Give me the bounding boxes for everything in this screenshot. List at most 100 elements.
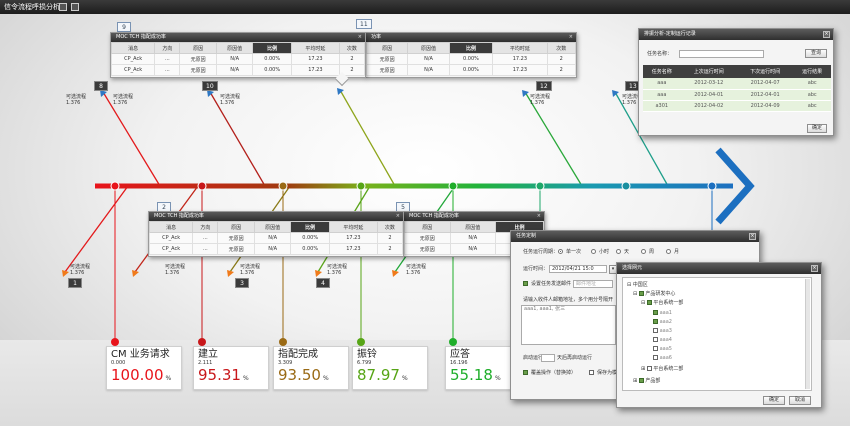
table-cell: ... <box>154 53 181 65</box>
table-row[interactable]: CP_Ack... 无原因 N/A 0.00% 17.23 2 <box>110 53 366 65</box>
tree-node[interactable]: aaa5 <box>653 346 672 352</box>
spine-node[interactable] <box>197 181 207 191</box>
branch-tag[interactable]: 4 <box>316 278 330 288</box>
table-cell: ... <box>192 243 219 255</box>
task-name-input[interactable] <box>679 50 764 58</box>
close-icon[interactable]: × <box>569 33 573 42</box>
cancel-button[interactable]: 取消 <box>789 396 811 405</box>
start-time-input[interactable]: 2012/04/21 15:0 <box>549 265 607 273</box>
continue-days-input[interactable] <box>541 354 555 362</box>
table-cell: 17.23 <box>328 243 378 255</box>
table-row[interactable]: CP_Ack... 无原因 N/A 0.00% 17.23 2 <box>110 64 366 76</box>
detail-table: 消息 方向 原因 原因值 比例 平均时延 次数 CP_Ack... 无原因 N/A 0.00% 17… <box>148 221 404 255</box>
column-header[interactable]: 比例 <box>252 42 292 54</box>
stage-card[interactable]: 指配完成 3.309 93.50% <box>273 346 349 390</box>
column-header: 任务名称 <box>643 65 681 78</box>
stage-card[interactable]: CM 业务请求 0.000 100.00% <box>106 346 182 390</box>
tree-checkbox[interactable] <box>653 310 658 315</box>
branch-tag[interactable]: 3 <box>235 278 249 288</box>
tree-scrollbar[interactable] <box>805 279 810 389</box>
branch-tag[interactable]: 10 <box>202 81 218 91</box>
spine-node[interactable] <box>707 181 717 191</box>
branch-tag[interactable]: 11 <box>356 19 372 29</box>
spine-node[interactable] <box>110 181 120 191</box>
tree-node[interactable]: ⊟ 平台系统一部 <box>641 300 683 306</box>
table-cell: 无原因 <box>404 232 451 244</box>
close-icon[interactable]: × <box>749 233 756 240</box>
branch-tag[interactable]: 12 <box>536 81 552 91</box>
table-cell: 无原因 <box>365 64 409 76</box>
table-row[interactable]: 无原因 N/A 0.00% 17.23 2 <box>365 53 577 65</box>
stage-card[interactable]: 建立 2.111 95.31% <box>193 346 269 390</box>
column-header[interactable]: 比例 <box>448 42 494 54</box>
stage-dot[interactable] <box>198 338 206 346</box>
save-template-checkbox[interactable] <box>589 370 594 375</box>
period-radio[interactable] <box>666 249 671 254</box>
spine-node[interactable] <box>621 181 631 191</box>
tree-checkbox[interactable] <box>646 300 652 305</box>
tree-checkbox[interactable] <box>653 355 658 360</box>
tree-node[interactable]: ⊞ 平台系统二部 <box>641 366 683 372</box>
tree-node-label: 中国区 <box>632 282 648 288</box>
stage-dot[interactable] <box>357 338 365 346</box>
branch-tag[interactable]: 9 <box>117 22 131 32</box>
email-checkbox[interactable] <box>523 281 528 286</box>
spine-node[interactable] <box>356 181 366 191</box>
close-icon[interactable]: × <box>811 265 818 272</box>
table-row[interactable]: CP_Ack... 无原因 N/A 0.00% 17.23 2 <box>148 232 404 244</box>
column-header: 原因值 <box>215 42 254 54</box>
stage-dot[interactable] <box>279 338 287 346</box>
branch-tag[interactable]: 1 <box>68 278 82 288</box>
stage-dot[interactable] <box>111 338 119 346</box>
tree-checkbox[interactable] <box>638 291 644 296</box>
tree-node-label: aaa4 <box>659 337 672 343</box>
table-row[interactable]: CP_Ack... 无原因 N/A 0.00% 17.23 2 <box>148 243 404 255</box>
table-row[interactable]: 无原因 N/A 0.00% 17.23 2 <box>365 64 577 76</box>
table-cell: 17.23 <box>328 232 378 244</box>
period-radio[interactable] <box>641 249 646 254</box>
close-icon[interactable]: × <box>396 212 400 221</box>
stage-dots <box>111 338 457 346</box>
tree-checkbox[interactable] <box>653 337 658 342</box>
stage-card[interactable]: 振铃 6.799 87.97% <box>352 346 428 390</box>
search-button[interactable]: 查询 <box>805 49 827 58</box>
recipients-textarea[interactable]: aaa1, aaa1, 张三 <box>521 305 616 345</box>
tree-node[interactable]: aaa3 <box>653 328 672 334</box>
stage-dot[interactable] <box>449 338 457 346</box>
column-header: 运行结果 <box>793 65 831 78</box>
ok-button[interactable]: 确定 <box>763 396 785 405</box>
tree-node[interactable]: aaa6 <box>653 355 672 361</box>
tree-node[interactable]: aaa4 <box>653 337 672 343</box>
column-header: 平均时延 <box>328 221 378 233</box>
table-cell: 2 <box>546 53 577 65</box>
period-radio[interactable] <box>616 249 621 254</box>
email-input[interactable]: 邮件地址 <box>573 280 613 288</box>
tree-node[interactable]: ⊟ 产品研发中心 <box>633 291 675 297</box>
table-row[interactable]: aaa 2012-04-01 2012-04-01 abc <box>643 89 831 101</box>
spine-node[interactable] <box>448 181 458 191</box>
tree-node[interactable]: aaa2 <box>653 319 672 325</box>
tree-node-label: aaa6 <box>659 355 672 361</box>
table-row[interactable]: aaa 2012-03-12 2012-04-07 abc <box>643 78 831 90</box>
period-radio[interactable] <box>558 249 563 254</box>
tree-node[interactable]: aaa1 <box>653 310 672 316</box>
period-radio[interactable] <box>591 249 596 254</box>
tree-checkbox[interactable] <box>653 346 658 351</box>
tree-node[interactable]: ⊟ 中国区 <box>627 282 648 288</box>
spine-node[interactable] <box>278 181 288 191</box>
tree-checkbox[interactable] <box>646 366 652 371</box>
table-cell: 无原因 <box>404 243 451 255</box>
tree-checkbox[interactable] <box>653 328 658 333</box>
close-icon[interactable]: × <box>823 31 830 38</box>
overwrite-checkbox[interactable] <box>523 370 528 375</box>
ok-button[interactable]: 确定 <box>807 124 827 133</box>
tree-node[interactable]: ⊞ 产品部 <box>633 378 660 384</box>
close-icon[interactable]: × <box>358 33 362 42</box>
spine-node[interactable] <box>535 181 545 191</box>
close-icon[interactable]: × <box>537 212 541 221</box>
table-row[interactable]: a301 2012-04-02 2012-04-09 abc <box>643 100 831 112</box>
tree-checkbox[interactable] <box>653 319 658 324</box>
branch-tag[interactable]: 8 <box>94 81 108 91</box>
tree-checkbox[interactable] <box>638 378 644 383</box>
column-header[interactable]: 比例 <box>290 221 330 233</box>
